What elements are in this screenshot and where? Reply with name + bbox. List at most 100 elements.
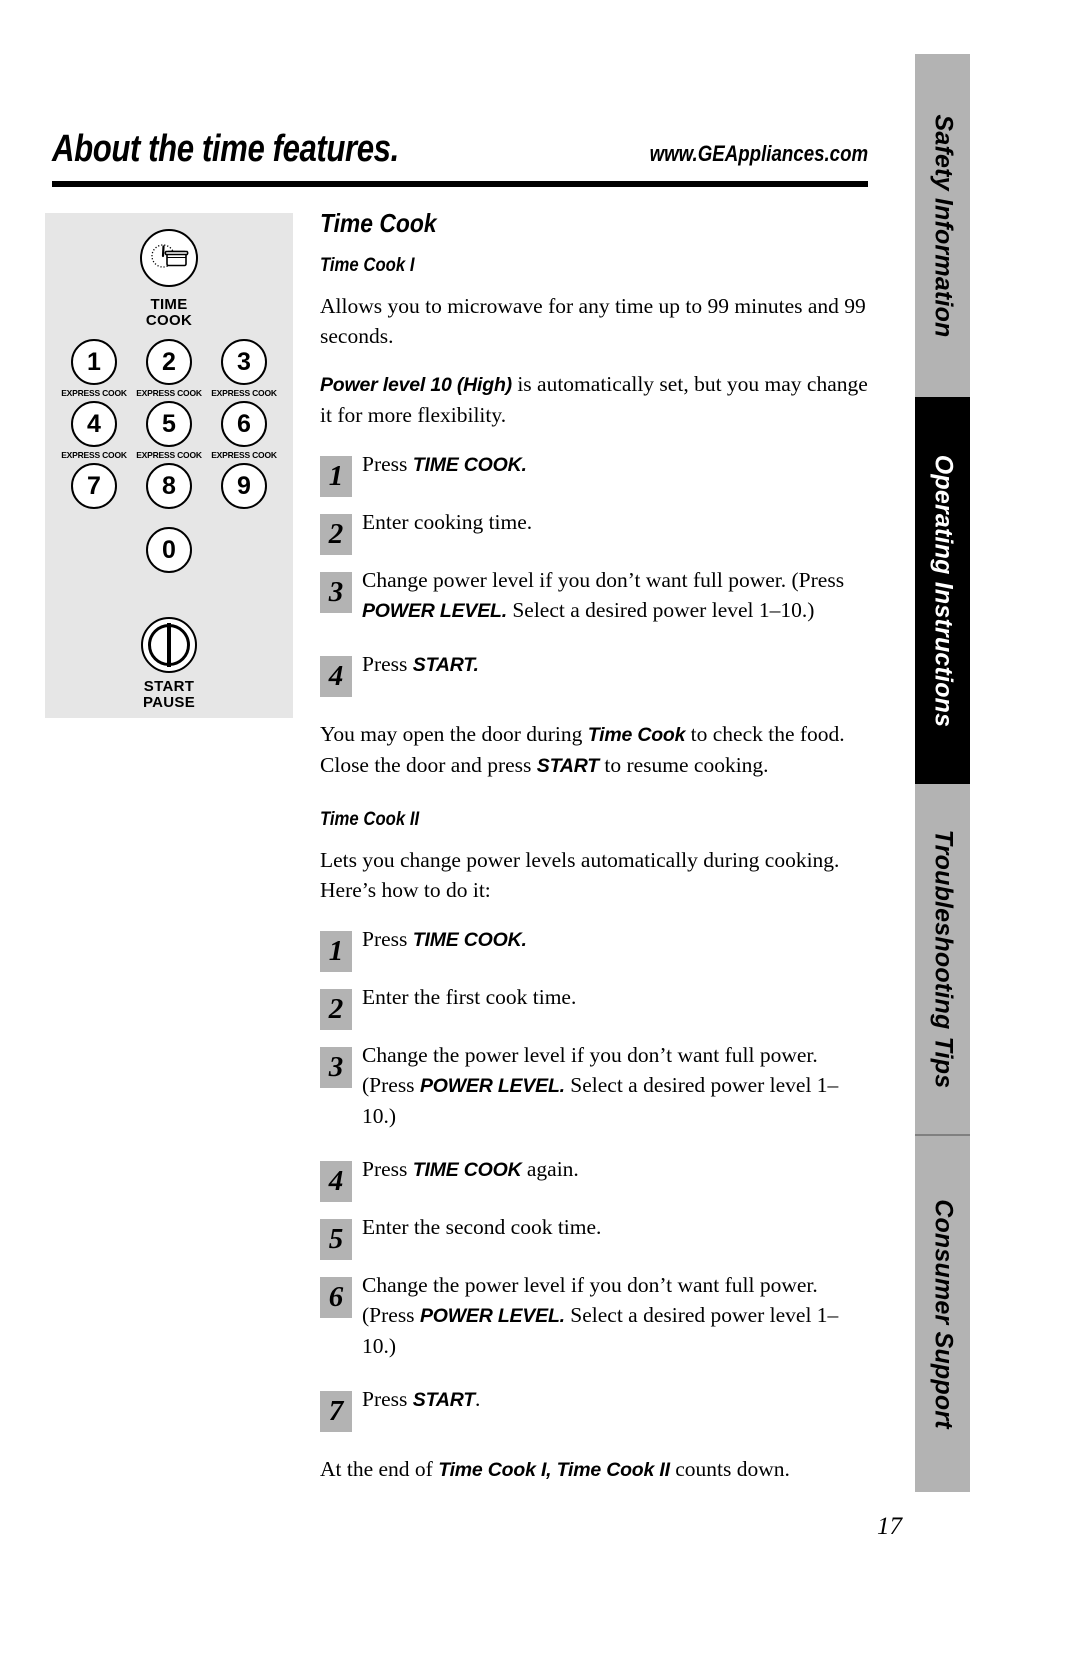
closing-text-part1: You may open the door during <box>320 722 588 746</box>
step-text: Press TIME COOK again. <box>362 1153 872 1185</box>
closing2-text-part1: At the end of <box>320 1457 439 1481</box>
keypad-key-3-digit: 3 <box>221 339 267 385</box>
step-text-pre: Press <box>362 452 413 476</box>
start-pause-button <box>141 617 197 673</box>
time-cook-label-line1: TIME <box>150 296 188 313</box>
step-text-pre: Enter cooking time. <box>362 510 533 534</box>
step-command-label: START <box>412 1389 475 1411</box>
step-text: Press TIME COOK. <box>362 448 872 480</box>
section-heading-time-cook: Time Cook <box>320 208 437 238</box>
power-bar-stroke <box>167 623 171 667</box>
step-item: 5 Enter the second cook time. <box>320 1211 872 1260</box>
step-item: 1 Press TIME COOK. <box>320 448 872 497</box>
step-number-badge: 5 <box>320 1219 352 1260</box>
start-label-line1: START <box>143 678 195 695</box>
step-item: 3 Change the power level if you don’t wa… <box>320 1039 872 1131</box>
step-text: Enter the first cook time. <box>362 981 872 1013</box>
manual-page: About the time features. www.GEAppliance… <box>0 0 1080 1669</box>
step-item: 7 Press START. <box>320 1383 872 1432</box>
step-command-label: START. <box>412 654 479 676</box>
time-cook-2-closing-paragraph: At the end of Time Cook I, Time Cook II … <box>320 1454 872 1485</box>
page-number: 17 <box>877 1513 902 1540</box>
keypad-key-0: 0 <box>134 527 204 573</box>
page-title: About the time features. <box>52 128 399 170</box>
step-text-post: . <box>474 1387 481 1411</box>
step-text: Enter the second cook time. <box>362 1211 872 1243</box>
start-pause-button-label: START PAUSE <box>45 679 293 711</box>
sidebar-tab-label: Consumer Support <box>929 1199 957 1429</box>
step-command-label: TIME COOK. <box>412 929 527 951</box>
sidebar-tab-consumer-support[interactable]: Consumer Support <box>915 1136 970 1492</box>
step-item: 2 Enter the first cook time. <box>320 981 872 1030</box>
closing2-bold-time-cook: Time Cook I, Time Cook II <box>438 1459 670 1481</box>
number-keypad: 1 EXPRESS COOK 2 EXPRESS COOK 3 EXPRESS … <box>59 339 279 573</box>
keypad-key-2-sublabel: EXPRESS COOK <box>136 388 202 398</box>
keypad-key-8: 8 <box>134 463 204 523</box>
step-number-badge: 4 <box>320 656 352 697</box>
keypad-key-6-sublabel: EXPRESS COOK <box>211 450 277 460</box>
time-cook-1-power-note: Power level 10 (High) is automatically s… <box>320 369 872 430</box>
step-number-badge: 3 <box>320 1047 352 1088</box>
keypad-key-3-sublabel: EXPRESS COOK <box>211 388 277 398</box>
time-cook-1-closing-paragraph: You may open the door during Time Cook t… <box>320 719 872 781</box>
step-number-badge: 3 <box>320 572 352 613</box>
keypad-key-4: 4 EXPRESS COOK <box>59 401 129 461</box>
step-number-badge: 2 <box>320 989 352 1030</box>
step-item: 3 Change power level if you don’t want f… <box>320 564 872 626</box>
keypad-key-3: 3 EXPRESS COOK <box>209 339 279 399</box>
step-text-post: Select a desired power level 1–10.) <box>506 598 815 622</box>
step-text-post: again. <box>521 1157 579 1181</box>
step-text: Change power level if you don’t want ful… <box>362 564 872 626</box>
step-number-badge: 4 <box>320 1161 352 1202</box>
keypad-key-0-digit: 0 <box>146 527 192 573</box>
step-number-badge: 1 <box>320 456 352 497</box>
time-cook-2-steps-list: 1 Press TIME COOK. 2 Enter the first coo… <box>320 923 872 1432</box>
keypad-key-2-digit: 2 <box>146 339 192 385</box>
sidebar-tab-label: Troubleshooting Tips <box>929 829 957 1089</box>
keypad-key-6-digit: 6 <box>221 401 267 447</box>
step-item: 4 Press TIME COOK again. <box>320 1153 872 1202</box>
start-label-line2: PAUSE <box>142 694 196 711</box>
sidebar-tab-operating-instructions[interactable]: Operating Instructions <box>915 397 970 784</box>
keypad-key-1: 1 EXPRESS COOK <box>59 339 129 399</box>
step-text-pre: Enter the second cook time. <box>362 1215 602 1239</box>
step-command-label: POWER LEVEL. <box>362 600 507 622</box>
clock-and-food-container-icon <box>149 239 189 278</box>
step-text-pre: Press <box>362 1157 413 1181</box>
step-text: Press START. <box>362 1383 872 1415</box>
step-item: 6 Change the power level if you don’t wa… <box>320 1269 872 1361</box>
step-command-label: TIME COOK <box>412 1159 522 1181</box>
time-cook-1-intro-paragraph: Allows you to microwave for any time up … <box>320 294 866 348</box>
step-number-badge: 1 <box>320 931 352 972</box>
header-divider-rule <box>52 181 868 187</box>
sidebar-tab-label: Operating Instructions <box>929 454 957 727</box>
step-command-label: TIME COOK. <box>412 454 527 476</box>
step-text: Change the power level if you don’t want… <box>362 1269 872 1361</box>
closing2-text-part2: counts down. <box>669 1457 790 1481</box>
step-text: Press TIME COOK. <box>362 923 872 955</box>
subsection-heading-time-cook-2: Time Cook II <box>320 809 420 830</box>
subsection-heading-time-cook-1: Time Cook I <box>320 255 415 276</box>
step-text-pre: Enter the first cook time. <box>362 985 577 1009</box>
keypad-key-8-digit: 8 <box>146 463 192 509</box>
keypad-key-4-sublabel: EXPRESS COOK <box>61 450 127 460</box>
keypad-key-6: 6 EXPRESS COOK <box>209 401 279 461</box>
keypad-row-3: 7 8 9 <box>59 463 279 523</box>
header-website-url: www.GEAppliances.com <box>649 141 868 166</box>
sidebar-tab-safety-information[interactable]: Safety Information <box>915 54 970 397</box>
step-text-pre: Change power level if you don’t want ful… <box>362 568 845 592</box>
keypad-key-5-sublabel: EXPRESS COOK <box>136 450 202 460</box>
step-command-label: POWER LEVEL. <box>419 1075 565 1097</box>
main-content-column: Time Cook Time Cook I Allows you to micr… <box>320 208 872 1503</box>
step-number-badge: 6 <box>320 1277 352 1318</box>
keypad-key-2: 2 EXPRESS COOK <box>134 339 204 399</box>
keypad-row-zero: 0 <box>59 527 279 573</box>
step-number-badge: 2 <box>320 514 352 555</box>
time-cook-2-intro-paragraph: Lets you change power levels automatical… <box>320 848 840 902</box>
step-text: Change the power level if you don’t want… <box>362 1039 872 1131</box>
keypad-key-5-digit: 5 <box>146 401 192 447</box>
time-cook-1-steps-list: 1 Press TIME COOK. 2 Enter cooking time.… <box>320 448 872 697</box>
closing-text-part3: to resume cooking. <box>598 753 769 777</box>
sidebar-tab-troubleshooting-tips[interactable]: Troubleshooting Tips <box>915 784 970 1134</box>
keypad-row-2: 4 EXPRESS COOK 5 EXPRESS COOK 6 EXPRESS … <box>59 401 279 461</box>
